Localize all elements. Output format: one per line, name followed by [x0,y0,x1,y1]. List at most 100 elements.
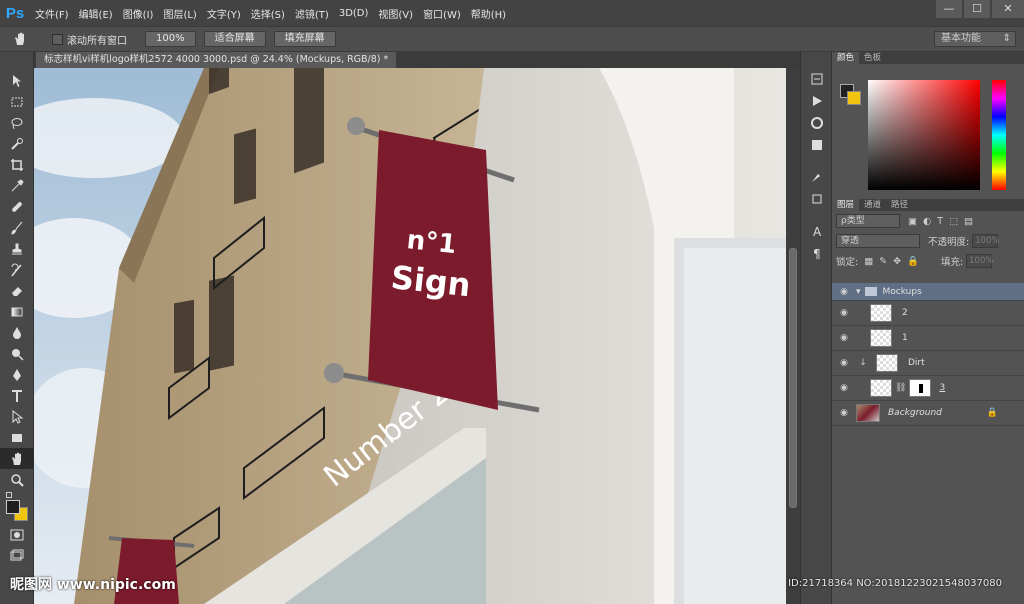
close-button[interactable]: ✕ [992,0,1024,18]
eraser-tool-icon[interactable] [0,280,34,301]
history-panel-icon[interactable] [801,68,833,90]
fit-screen-button[interactable]: 适合屏幕 [203,31,266,47]
adjustments-panel-icon[interactable] [801,112,833,134]
tab-swatches[interactable]: 色板 [859,52,886,64]
blend-mode-select[interactable]: 穿透 [836,234,920,248]
tab-layers[interactable]: 图层 [832,199,860,211]
clone-source-icon[interactable] [801,188,833,210]
screen-mode-icon[interactable] [0,545,34,566]
lock-icons[interactable]: ▦✎✥🔒 [864,256,925,267]
brush-presets-icon[interactable] [801,166,833,188]
brush-tool-icon[interactable] [0,217,34,238]
quick-mask-icon[interactable] [0,524,34,545]
layer-row-group[interactable]: ◉ ▾ Mockups [832,283,1024,301]
actions-panel-icon[interactable] [801,90,833,112]
hand-tool-preset-icon[interactable] [0,32,40,46]
character-panel-icon[interactable]: A [801,220,833,242]
healing-brush-tool-icon[interactable] [0,196,34,217]
default-colors-icon[interactable] [6,492,12,498]
lock-icon: 🔒 [986,408,998,418]
canvas-vertical-scrollbar[interactable] [786,68,800,604]
minimize-button[interactable]: — [936,0,962,18]
tab-channels[interactable]: 通道 [859,199,886,211]
color-swatches[interactable] [0,490,33,524]
menu-3d[interactable]: 3D(D) [334,8,374,19]
crop-tool-icon[interactable] [0,154,34,175]
hand-tool-icon[interactable] [0,448,34,469]
menu-bar: Ps 文件(F) 编辑(E) 图像(I) 图层(L) 文字(Y) 选择(S) 滤… [0,0,1024,26]
clone-stamp-tool-icon[interactable] [0,238,34,259]
visibility-eye-icon[interactable]: ◉ [832,358,856,368]
scroll-all-checkbox[interactable] [52,33,63,45]
link-icon: ⛓ [895,383,907,393]
blend-row: 穿透 不透明度: 100% [832,231,1024,251]
menu-help[interactable]: 帮助(H) [466,6,511,21]
marquee-tool-icon[interactable] [0,91,34,112]
filter-icons[interactable]: ▣◐T⬚▤ [908,216,979,227]
move-tool-icon[interactable] [0,70,34,91]
zoom-100-button[interactable]: 100% [145,31,196,47]
background-thumbnail [856,404,880,422]
foreground-color-swatch[interactable] [6,500,20,514]
color-bg-swatch[interactable] [847,91,861,105]
layer-name: 1 [902,333,908,343]
layer-row[interactable]: ◉ ⛓ 3 [832,376,1024,401]
dodge-tool-icon[interactable] [0,343,34,364]
layer-list: ◉ ▾ Mockups ◉ 2 ◉ 1 ◉ ↓ Dirt ◉ ⛓ 3 ◉ Bac… [832,283,1024,426]
gradient-tool-icon[interactable] [0,301,34,322]
layer-filter-select[interactable]: ρ类型 [836,214,900,228]
document-tab[interactable]: 标志样机vi样机logo样机2572 4000 3000.psd @ 24.4%… [36,52,397,68]
visibility-eye-icon[interactable]: ◉ [832,383,856,393]
workspace-select[interactable]: 基本功能 ⇕ [934,31,1016,47]
scrollbar-thumb[interactable] [789,248,797,508]
opacity-field[interactable]: 100% [972,234,1000,248]
menu-window[interactable]: 窗口(W) [418,6,466,21]
layer-row[interactable]: ◉ Background 🔒 [832,401,1024,426]
photoshop-logo: Ps [5,4,25,22]
maximize-button[interactable]: ☐ [964,0,990,18]
tab-color[interactable]: 颜色 [832,52,860,64]
fill-screen-button[interactable]: 填充屏幕 [273,31,336,47]
chevron-down-icon[interactable]: ▾ [856,287,861,297]
layer-name: Background [888,408,942,418]
visibility-eye-icon[interactable]: ◉ [832,308,856,318]
layer-row[interactable]: ◉ ↓ Dirt [832,351,1024,376]
hue-slider[interactable] [992,80,1006,190]
quick-select-tool-icon[interactable] [0,133,34,154]
type-tool-icon[interactable] [0,385,34,406]
menu-file[interactable]: 文件(F) [30,6,74,21]
path-select-tool-icon[interactable] [0,406,34,427]
menu-layer[interactable]: 图层(L) [158,6,201,21]
pen-tool-icon[interactable] [0,364,34,385]
workspace-label: 基本功能 [941,33,981,44]
menu-edit[interactable]: 编辑(E) [74,6,118,21]
menu-image[interactable]: 图像(I) [118,6,159,21]
eyedropper-tool-icon[interactable] [0,175,34,196]
scroll-all-label: 滚动所有窗口 [67,35,127,47]
menu-view[interactable]: 视图(V) [373,6,418,21]
visibility-eye-icon[interactable]: ◉ [832,287,856,297]
layer-row[interactable]: ◉ 2 [832,301,1024,326]
layers-panel-tabs: 图层 通道 路径 [832,199,1024,211]
clip-arrow-icon: ↓ [859,358,867,368]
layers-panel: 图层 通道 路径 ρ类型 ▣◐T⬚▤ 穿透 不透明度: 100% 锁定: ▦✎✥… [832,199,1024,604]
blur-tool-icon[interactable] [0,322,34,343]
zoom-tool-icon[interactable] [0,469,34,490]
layer-row[interactable]: ◉ 1 [832,326,1024,351]
tab-paths[interactable]: 路径 [886,199,913,211]
rectangle-tool-icon[interactable] [0,427,34,448]
lasso-tool-icon[interactable] [0,112,34,133]
paragraph-panel-icon[interactable]: ¶ [801,242,833,264]
document-canvas[interactable]: Number 2 n°1 Sign [34,68,786,604]
menu-select[interactable]: 选择(S) [246,6,290,21]
layer-name: Mockups [882,286,922,297]
layer-mask-thumbnail[interactable] [909,379,932,397]
menu-filter[interactable]: 滤镜(T) [290,6,334,21]
styles-panel-icon[interactable] [801,134,833,156]
history-brush-tool-icon[interactable] [0,259,34,280]
menu-type[interactable]: 文字(Y) [202,6,246,21]
color-picker-field[interactable] [868,80,980,190]
visibility-eye-icon[interactable]: ◉ [832,333,856,343]
visibility-eye-icon[interactable]: ◉ [832,408,856,418]
fill-field[interactable]: 100% [966,254,993,268]
